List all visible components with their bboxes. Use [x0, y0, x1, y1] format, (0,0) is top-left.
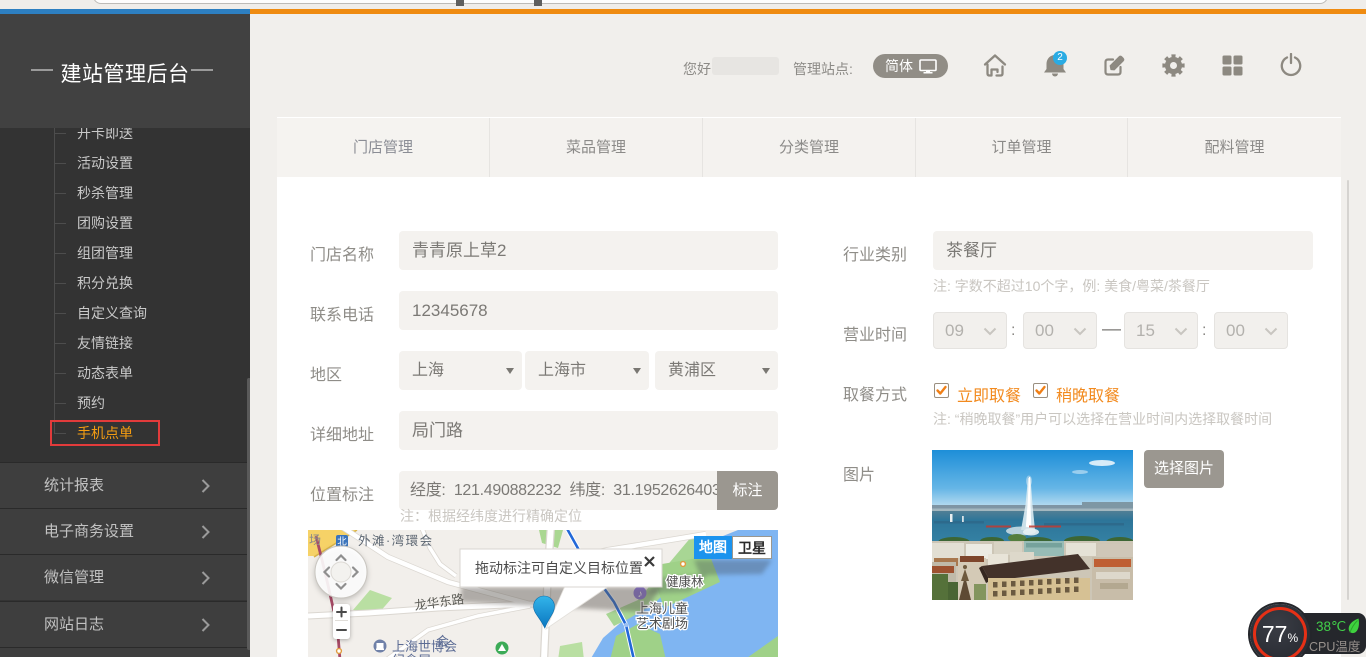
svg-text:纪念展: 纪念展 — [392, 653, 431, 657]
svg-text:外滩·湾環会: 外滩·湾環会 — [358, 533, 434, 548]
svg-text:场: 场 — [309, 533, 321, 547]
svg-text:会: 会 — [436, 634, 449, 649]
svg-text:拖动标注可自定义目标位置: 拖动标注可自定义目标位置 — [475, 560, 643, 576]
svg-text:艺术剧场: 艺术剧场 — [636, 616, 688, 631]
svg-text:健康林: 健康林 — [666, 574, 704, 589]
